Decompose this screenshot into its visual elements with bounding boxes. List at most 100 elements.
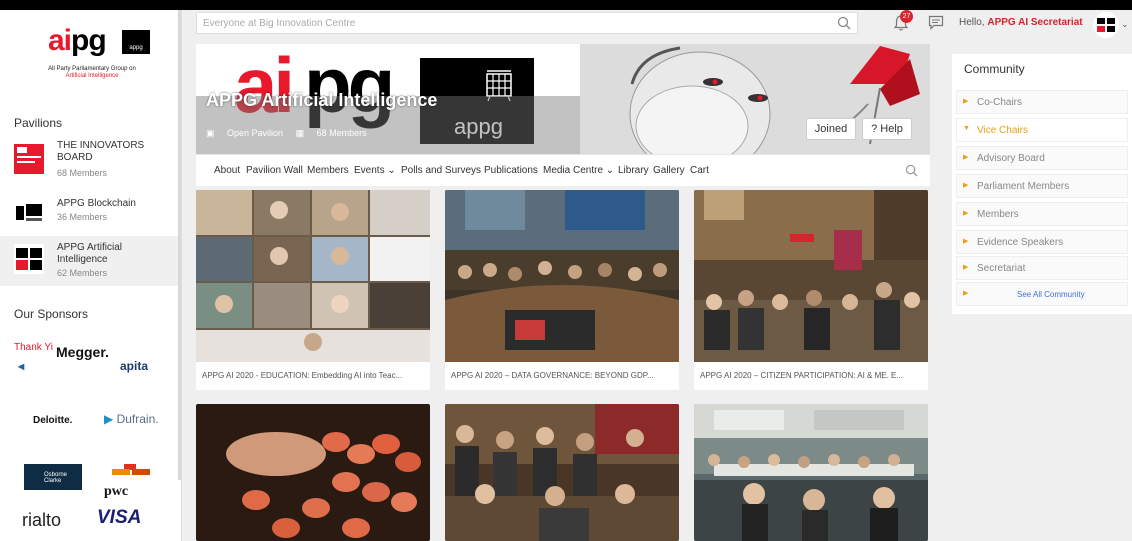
pavilion-privacy: Open Pavilion bbox=[227, 128, 284, 138]
sponsor-capita-logo[interactable]: apita bbox=[120, 359, 148, 373]
pavilion-meta: ▣ Open Pavilion ▦ 68 Members bbox=[206, 128, 377, 139]
chevron-right-icon: ▶ bbox=[963, 290, 969, 297]
citizen-participation-image bbox=[694, 190, 928, 362]
pavilion-name: APPG Artificial Intelligence bbox=[57, 242, 123, 265]
briefcase-icon: ▣ bbox=[206, 128, 215, 138]
pavilion-banner: ai pg appg APPG Artificial Intelligence … bbox=[196, 44, 930, 154]
appg-ai-logo[interactable]: aipg appg All Party Parliamentary Group … bbox=[14, 26, 170, 88]
top-header: 27 Hello, APPG AI Secretariat ⌄ bbox=[182, 10, 1132, 38]
sponsor-deloitte-logo[interactable]: Deloitte. bbox=[33, 415, 72, 426]
sponsor-visa-logo[interactable]: VISA bbox=[97, 507, 141, 529]
sponsor-pwc-logo[interactable]: pwc bbox=[104, 484, 128, 500]
conference-hall-image bbox=[694, 404, 928, 541]
tab-about[interactable]: About bbox=[214, 165, 240, 176]
media-card[interactable]: APPG AI 2020 - EDUCATION: Embedding AI i… bbox=[196, 190, 430, 390]
logo-appg-box: appg bbox=[122, 30, 150, 54]
community-item-evidence-speakers[interactable]: ▶ Evidence Speakers bbox=[956, 230, 1128, 254]
sponsor-osborne-clarke-logo[interactable]: Osborne Clarke bbox=[24, 464, 82, 490]
community-item-label: Co-Chairs bbox=[977, 97, 1023, 108]
sponsor-rialto-logo[interactable]: rialto bbox=[22, 510, 61, 531]
committee-room-image bbox=[445, 190, 679, 362]
pavilion-item-artificial-intelligence[interactable]: APPG Artificial Intelligence 62 Members bbox=[0, 236, 181, 286]
sponsor-left-arrow-icon[interactable]: ◀ bbox=[18, 362, 24, 371]
community-item-label: Secretariat bbox=[977, 263, 1026, 274]
pwc-color-blocks bbox=[108, 464, 152, 476]
panel-discussion-image bbox=[445, 404, 679, 541]
user-greeting[interactable]: Hello, APPG AI Secretariat bbox=[959, 17, 1083, 28]
logo-subtitle-accent: Artificial Intelligence bbox=[65, 73, 119, 79]
tab-publications[interactable]: Publications bbox=[484, 165, 538, 176]
see-all-community-link[interactable]: ▶ See All Community bbox=[956, 282, 1128, 306]
media-card[interactable] bbox=[196, 404, 430, 541]
dufrain-arrow-icon: ▶ bbox=[104, 412, 114, 426]
community-item-label: Parliament Members bbox=[977, 181, 1070, 192]
community-item-label: Evidence Speakers bbox=[977, 237, 1064, 248]
pavilion-title: APPG Artificial Intelligence bbox=[206, 90, 438, 110]
appg-ai-logo bbox=[14, 244, 44, 274]
sponsor-dufrain-logo[interactable]: ▶ Dufrain. bbox=[104, 412, 159, 426]
community-item-secretariat[interactable]: ▶ Secretariat bbox=[956, 256, 1128, 280]
pwc-block-orange bbox=[112, 469, 130, 475]
sidebar-scrollbar[interactable] bbox=[178, 10, 181, 480]
community-item-parliament-members[interactable]: ▶ Parliament Members bbox=[956, 174, 1128, 198]
members-icon: ▦ bbox=[295, 128, 305, 138]
global-search[interactable] bbox=[196, 12, 858, 34]
community-item-members[interactable]: ▶ Members bbox=[956, 202, 1128, 226]
search-input[interactable] bbox=[197, 13, 827, 33]
logo-wordmark: aipg bbox=[48, 24, 107, 57]
chat-icon[interactable] bbox=[928, 15, 944, 30]
tab-gallery[interactable]: Gallery bbox=[653, 165, 685, 176]
tab-pavilion-wall[interactable]: Pavilion Wall bbox=[246, 165, 303, 176]
pavilion-name: APPG Blockchain bbox=[57, 198, 136, 209]
community-item-advisory-board[interactable]: ▶ Advisory Board bbox=[956, 146, 1128, 170]
media-card[interactable] bbox=[694, 404, 928, 541]
pwc-block-dark-orange bbox=[132, 469, 150, 475]
card-caption: APPG AI 2020 – CITIZEN PARTICIPATION: AI… bbox=[700, 371, 904, 380]
chevron-right-icon: ▶ bbox=[963, 182, 969, 189]
sponsors-thanks-text: Thank Yi bbox=[14, 342, 53, 353]
tab-cart[interactable]: Cart bbox=[690, 165, 709, 176]
chevron-down-icon: ▼ bbox=[963, 125, 970, 132]
sponsor-megger-logo[interactable]: Megger. bbox=[56, 344, 109, 360]
left-sidebar: aipg appg All Party Parliamentary Group … bbox=[0, 10, 182, 541]
media-card[interactable] bbox=[445, 404, 679, 541]
user-avatar[interactable] bbox=[1093, 12, 1119, 38]
pavilion-main: ai pg appg APPG Artificial Intelligence … bbox=[196, 44, 930, 541]
community-item-vice-chairs[interactable]: ▼ Vice Chairs bbox=[956, 118, 1128, 142]
pavilion-item-innovators-board[interactable]: THE INNOVATORS BOARD 68 Members bbox=[0, 138, 181, 182]
community-item-label: Vice Chairs bbox=[977, 125, 1028, 136]
video-call-grid-image bbox=[196, 190, 430, 362]
pavilion-members: 62 Members bbox=[57, 268, 108, 278]
tab-events[interactable]: Events ⌄ bbox=[354, 165, 396, 176]
pavilion-subnav: About Pavilion Wall Members Events ⌄ Pol… bbox=[196, 154, 930, 186]
canapes-image bbox=[196, 404, 430, 541]
logo-subtitle: All Party Parliamentary Group on bbox=[48, 66, 136, 72]
chevron-down-icon[interactable]: ⌄ bbox=[1121, 19, 1129, 30]
innovators-board-logo bbox=[14, 144, 44, 174]
chevron-right-icon: ▶ bbox=[963, 210, 969, 217]
pavilion-item-blockchain[interactable]: APPG Blockchain 36 Members bbox=[0, 192, 181, 236]
search-icon[interactable] bbox=[905, 164, 918, 177]
tab-members[interactable]: Members bbox=[307, 165, 349, 176]
media-card[interactable]: APPG AI 2020 – DATA GOVERNANCE: BEYOND G… bbox=[445, 190, 679, 390]
chevron-right-icon: ▶ bbox=[963, 98, 969, 105]
tab-polls-and-surveys[interactable]: Polls and Surveys bbox=[401, 165, 481, 176]
community-item-label: Members bbox=[977, 209, 1019, 220]
notification-count-badge: 27 bbox=[900, 10, 913, 23]
pavilions-heading: Pavilions bbox=[14, 116, 63, 130]
sponsors-heading: Our Sponsors bbox=[14, 307, 89, 321]
tab-library[interactable]: Library bbox=[618, 165, 649, 176]
tab-media-centre[interactable]: Media Centre ⌄ bbox=[543, 165, 614, 176]
joined-button[interactable]: Joined bbox=[806, 118, 856, 140]
help-button[interactable]: ? Help bbox=[862, 118, 912, 140]
pavilion-members: 36 Members bbox=[57, 212, 108, 222]
community-item-label: Advisory Board bbox=[977, 153, 1045, 164]
top-strip bbox=[0, 0, 1132, 10]
media-card[interactable]: APPG AI 2020 – CITIZEN PARTICIPATION: AI… bbox=[694, 190, 928, 390]
card-caption: APPG AI 2020 - EDUCATION: Embedding AI i… bbox=[202, 371, 403, 380]
see-all-community-label: See All Community bbox=[1017, 290, 1085, 299]
community-item-co-chairs[interactable]: ▶ Co-Chairs bbox=[956, 90, 1128, 114]
appg-blockchain-logo bbox=[14, 198, 44, 228]
pavilion-member-count[interactable]: 68 Members bbox=[317, 128, 367, 138]
search-icon[interactable] bbox=[837, 16, 851, 30]
